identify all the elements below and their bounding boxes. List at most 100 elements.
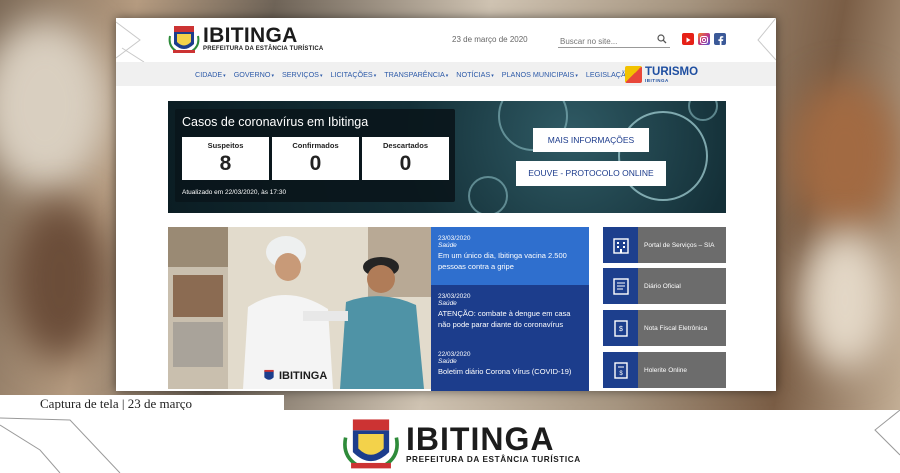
nav-item-noticias[interactable]: NOTÍCIAS▾ xyxy=(456,70,493,79)
nav-label: CIDADE xyxy=(195,70,223,79)
background-blur-shape xyxy=(800,230,890,370)
stat-suspeitos: Suspeitos 8 xyxy=(182,137,269,180)
decorative-lines xyxy=(874,410,900,456)
nav-label: LICITAÇÕES xyxy=(330,70,373,79)
background-blur-shape xyxy=(790,80,900,230)
logo-name: IBITINGA xyxy=(203,24,298,47)
coat-of-arms-icon xyxy=(264,369,274,380)
service-holerite-online[interactable]: $ Holerite Online xyxy=(603,352,726,388)
nav-item-transparencia[interactable]: TRANSPARÊNCIA▾ xyxy=(384,70,448,79)
stat-label: Confirmados xyxy=(292,141,339,150)
photo-logo-text: IBITINGA xyxy=(279,370,328,382)
main-navigation: CIDADE▾ GOVERNO▾ SERVIÇOS▾ LICITAÇÕES▾ T… xyxy=(116,62,776,86)
service-nota-fiscal[interactable]: $ Nota Fiscal Eletrônica xyxy=(603,310,726,346)
news-date: 23/03/2020 xyxy=(438,293,471,300)
stat-confirmados: Confirmados 0 xyxy=(272,137,359,180)
news-title: Boletim diário Corona Vírus (COVID-19) xyxy=(438,367,572,376)
footer-logo: IBITINGA PREFEITURA DA ESTÂNCIA TURÍSTIC… xyxy=(342,415,581,471)
coat-of-arms-icon xyxy=(168,26,200,53)
news-category: Saúde xyxy=(438,358,457,365)
nav-item-cidade[interactable]: CIDADE▾ xyxy=(195,70,226,79)
stat-label: Descartados xyxy=(382,141,429,150)
virus-illustration xyxy=(468,176,508,213)
nav-label: PLANOS MUNICIPAIS xyxy=(501,70,575,79)
nav-item-servicos[interactable]: SERVIÇOS▾ xyxy=(282,70,323,79)
chevron-down-icon: ▾ xyxy=(319,73,323,79)
chevron-down-icon: ▾ xyxy=(491,73,494,79)
coat-of-arms-icon xyxy=(343,419,399,469)
background-blur-shape xyxy=(10,200,110,360)
covid-updated-timestamp: Atualizado em 22/03/2020, às 17:30 xyxy=(182,189,287,196)
vaccination-photo xyxy=(168,227,431,389)
virus-illustration xyxy=(618,111,708,201)
decorative-lines xyxy=(0,417,121,473)
instagram-icon[interactable] xyxy=(698,33,710,45)
news-list: 23/03/2020 Saúde Em um único dia, Ibitin… xyxy=(431,227,589,391)
more-info-button[interactable]: MAIS INFORMAÇÕES xyxy=(533,128,649,152)
news-category: Saúde xyxy=(438,300,457,307)
service-label: Diário Oficial xyxy=(644,282,681,290)
chevron-down-icon: ▾ xyxy=(373,73,377,79)
stat-label: Suspeitos xyxy=(207,141,244,150)
virus-illustration xyxy=(688,101,718,121)
svg-text:$: $ xyxy=(619,326,623,333)
service-label: Holerite Online xyxy=(644,366,687,374)
footer-logo-subtitle: PREFEITURA DA ESTÂNCIA TURÍSTICA xyxy=(406,454,581,464)
footer-band: IBITINGA PREFEITURA DA ESTÂNCIA TURÍSTIC… xyxy=(0,410,900,473)
stat-value: 8 xyxy=(219,152,232,175)
search-box xyxy=(558,31,670,48)
stat-descartados: Descartados 0 xyxy=(362,137,449,180)
nav-item-governo[interactable]: GOVERNO▾ xyxy=(234,70,274,79)
current-date: 23 de março de 2020 xyxy=(452,35,528,44)
news-date: 22/03/2020 xyxy=(438,351,471,358)
nav-label: GOVERNO xyxy=(233,70,271,79)
service-label: Portal de Serviços – SIA xyxy=(644,241,715,249)
news-category: Saúde xyxy=(438,242,457,249)
service-label: Nota Fiscal Eletrônica xyxy=(644,324,708,332)
background-blur-shape xyxy=(0,20,110,190)
service-portal-sia[interactable]: Portal de Serviços – SIA xyxy=(603,227,726,263)
covid-title: Casos de coronavírus em Ibitinga xyxy=(182,115,369,129)
site-header: IBITINGA PREFEITURA DA ESTÂNCIA TURÍSTIC… xyxy=(116,18,776,62)
website-screenshot: IBITINGA PREFEITURA DA ESTÂNCIA TURÍSTIC… xyxy=(116,18,776,391)
nav-item-licitacoes[interactable]: LICITAÇÕES▾ xyxy=(330,70,376,79)
turismo-subtitle: IBITINGA xyxy=(645,77,669,83)
photo-watermark-logo: IBITINGA xyxy=(261,369,327,383)
nav-label: SERVIÇOS xyxy=(281,70,319,79)
chevron-down-icon: ▾ xyxy=(445,73,449,79)
nav-label: NOTÍCIAS xyxy=(456,70,491,79)
stat-value: 0 xyxy=(399,152,412,175)
news-item[interactable]: 23/03/2020 Saúde Em um único dia, Ibitin… xyxy=(431,227,589,285)
logo-subtitle: PREFEITURA DA ESTÂNCIA TURÍSTICA xyxy=(203,46,324,52)
turismo-name: TURISMO xyxy=(645,65,699,78)
news-date: 23/03/2020 xyxy=(438,235,471,242)
youtube-icon[interactable] xyxy=(682,33,694,45)
service-diario-oficial[interactable]: Diário Oficial xyxy=(603,268,726,304)
search-icon[interactable] xyxy=(657,34,667,44)
payslip-icon: $ xyxy=(603,352,638,388)
facebook-icon[interactable] xyxy=(714,33,726,46)
site-logo[interactable]: IBITINGA PREFEITURA DA ESTÂNCIA TURÍSTIC… xyxy=(168,24,323,54)
news-item[interactable]: 23/03/2020 Saúde ATENÇÃO: combate à deng… xyxy=(431,285,589,343)
stat-value: 0 xyxy=(309,152,322,175)
news-title: Em um único dia, Ibitinga vacina 2.500 p… xyxy=(438,251,567,271)
nav-item-planos-municipais[interactable]: PLANOS MUNICIPAIS▾ xyxy=(502,70,578,79)
caption-bar: Captura de tela | 23 de março xyxy=(0,395,284,411)
nav-label: TRANSPARÊNCIA xyxy=(384,70,445,79)
chevron-down-icon: ▾ xyxy=(271,73,274,79)
svg-text:$: $ xyxy=(619,371,623,377)
news-title: ATENÇÃO: combate à dengue em casa não po… xyxy=(438,309,571,329)
chevron-down-icon: ▾ xyxy=(223,73,226,79)
news-featured-photo[interactable]: IBITINGA xyxy=(168,227,431,389)
eouve-protocol-button[interactable]: EOUVE - PROTOCOLO ONLINE xyxy=(516,161,666,186)
invoice-icon: $ xyxy=(603,310,638,346)
covid-stats-panel: Casos de coronavírus em Ibitinga Suspeit… xyxy=(175,109,455,202)
search-input[interactable] xyxy=(558,35,653,48)
chevron-down-icon: ▾ xyxy=(575,73,578,79)
newspaper-icon xyxy=(603,268,638,304)
building-icon xyxy=(603,227,638,263)
news-item[interactable]: 22/03/2020 Saúde Boletim diário Corona V… xyxy=(431,343,589,391)
turismo-logo-link[interactable]: TURISMO IBITINGA xyxy=(625,66,698,83)
turismo-badge-icon xyxy=(625,66,642,83)
footer-logo-name: IBITINGA xyxy=(406,420,555,457)
